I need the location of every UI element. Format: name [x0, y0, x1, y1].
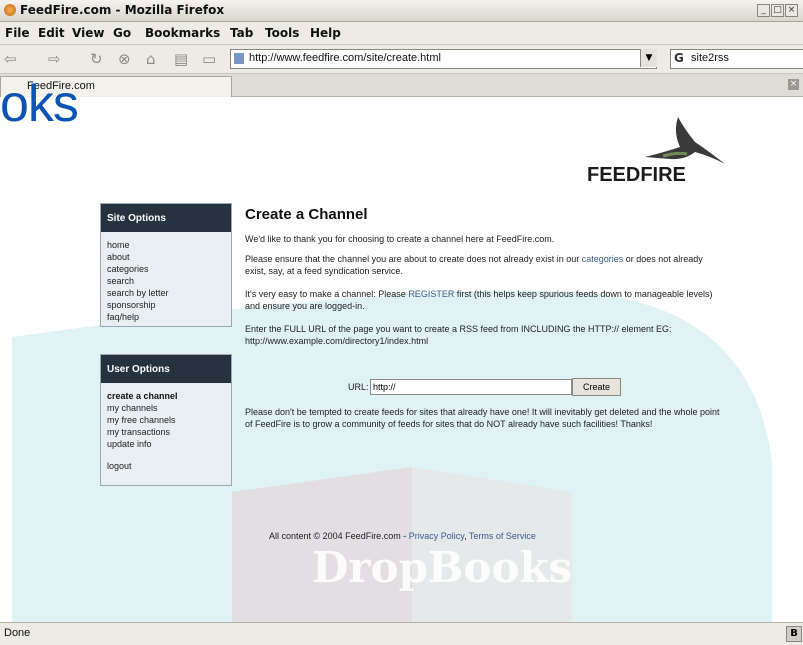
url-input[interactable]: http://: [370, 379, 572, 395]
window-title: FeedFire.com - Mozilla Firefox: [20, 3, 225, 17]
nav-my-free-channels[interactable]: my free channels: [101, 414, 231, 426]
close-tab-icon[interactable]: ×: [788, 79, 799, 90]
print-icon[interactable]: ▤: [174, 50, 188, 68]
minimize-button[interactable]: _: [757, 4, 770, 17]
home-icon[interactable]: ⌂: [146, 50, 156, 68]
create-button[interactable]: Create: [572, 378, 621, 396]
close-window-button[interactable]: ×: [785, 4, 798, 17]
status-bar: Done B: [0, 622, 803, 645]
forward-icon[interactable]: ⇨: [48, 50, 61, 68]
nav-my-channels[interactable]: my channels: [101, 402, 231, 414]
url-label: URL:: [348, 382, 369, 392]
page-title: Create a Channel: [245, 206, 368, 223]
search-engine-icon[interactable]: G: [674, 51, 684, 65]
nav-sponsorship[interactable]: sponsorship: [101, 299, 231, 311]
ensure-text: Please ensure that the channel you are a…: [245, 254, 703, 276]
tab-strip: FeedFire.com ×: [0, 74, 803, 97]
footer: All content © 2004 FeedFire.com - Privac…: [269, 531, 536, 541]
search-input[interactable]: G site2rss: [670, 49, 803, 69]
nav-categories[interactable]: categories: [101, 263, 231, 275]
menu-file[interactable]: File: [5, 26, 30, 40]
maximize-button[interactable]: □: [771, 4, 784, 17]
address-dropdown-button[interactable]: ▼: [640, 49, 657, 67]
page-favicon-icon: [234, 53, 244, 64]
register-text: It's very easy to make a channel: Please…: [245, 289, 713, 311]
nav-faq-help[interactable]: faq/help: [101, 311, 231, 323]
site-options-title: Site Options: [101, 204, 231, 232]
warning-text: Please don't be tempted to create feeds …: [245, 407, 720, 429]
nav-update-info[interactable]: update info: [101, 438, 231, 450]
instructions-text: Enter the FULL URL of the page you want …: [245, 324, 672, 346]
menu-tools[interactable]: Tools: [265, 26, 299, 40]
back-icon[interactable]: ⇦: [4, 50, 17, 68]
extension-icon[interactable]: B: [786, 626, 802, 642]
watermark-partial-text: oks: [0, 75, 79, 133]
menu-bookmarks[interactable]: Bookmarks: [145, 26, 220, 40]
reload-icon[interactable]: ↻: [90, 50, 103, 68]
menu-bar: File Edit View Go Bookmarks Tab Tools He…: [0, 22, 803, 45]
user-options-title: User Options: [101, 355, 231, 383]
nav-home[interactable]: home: [101, 239, 231, 251]
stop-icon[interactable]: ⊗: [118, 50, 131, 68]
nav-create-channel[interactable]: create a channel: [101, 390, 231, 402]
address-bar[interactable]: http://www.feedfire.com/site/create.html: [230, 49, 657, 69]
register-link[interactable]: REGISTER: [408, 289, 454, 299]
menu-help[interactable]: Help: [310, 26, 341, 40]
nav-search[interactable]: search: [101, 275, 231, 287]
address-bar-url[interactable]: http://www.feedfire.com/site/create.html: [249, 52, 441, 64]
nav-logout[interactable]: logout: [101, 460, 231, 472]
menu-go[interactable]: Go: [113, 26, 131, 40]
nav-search-by-letter[interactable]: search by letter: [101, 287, 231, 299]
nav-about[interactable]: about: [101, 251, 231, 263]
menu-tab[interactable]: Tab: [230, 26, 253, 40]
privacy-policy-link[interactable]: Privacy Policy: [409, 531, 464, 541]
intro-text: We'd like to thank you for choosing to c…: [245, 234, 555, 244]
window-title-bar: FeedFire.com - Mozilla Firefox _ □ ×: [0, 0, 803, 22]
search-input-value[interactable]: site2rss: [691, 52, 729, 64]
menu-edit[interactable]: Edit: [38, 26, 65, 40]
page-icon[interactable]: ▭: [202, 50, 216, 68]
user-options-box: User Options create a channel my channel…: [100, 354, 232, 486]
nav-my-transactions[interactable]: my transactions: [101, 426, 231, 438]
menu-view[interactable]: View: [72, 26, 104, 40]
status-text: Done: [4, 627, 31, 639]
watermark-text: DropBooks: [312, 543, 572, 592]
terms-of-service-link[interactable]: Terms of Service: [469, 531, 536, 541]
navigation-toolbar: ⇦ ⇨ ↻ ⊗ ⌂ ▤ ▭ http://www.feedfire.com/si…: [0, 45, 803, 74]
firefox-icon: [4, 4, 16, 16]
feedfire-bird-logo: [645, 117, 725, 164]
categories-link[interactable]: categories: [582, 254, 624, 264]
site-options-box: Site Options home about categories searc…: [100, 203, 232, 327]
